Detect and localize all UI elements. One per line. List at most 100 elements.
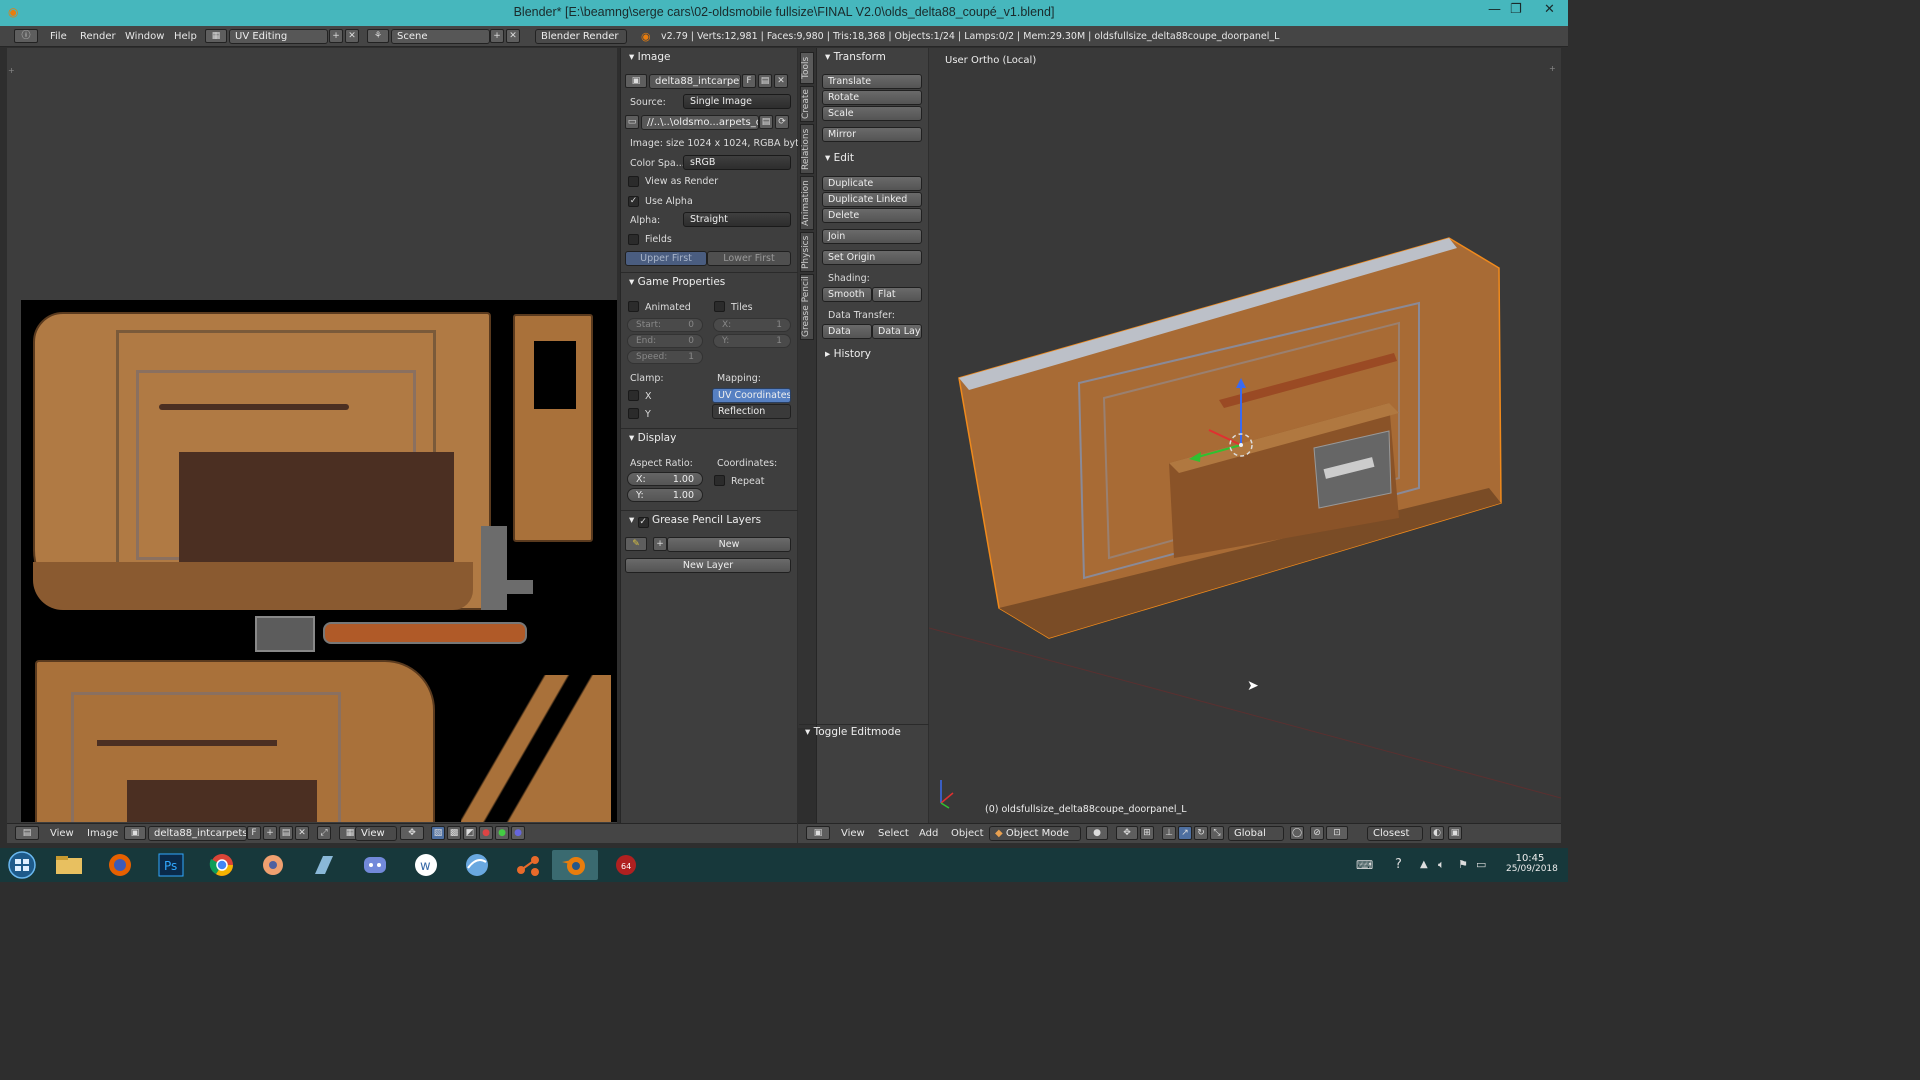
channel-red-icon[interactable]: ● — [479, 826, 493, 840]
remove-screen-icon[interactable]: ✕ — [345, 29, 359, 43]
open-image-icon[interactable]: ▤ — [279, 826, 293, 840]
scene-field[interactable]: Scene — [391, 29, 490, 44]
app-icon-notes[interactable] — [301, 850, 347, 880]
layers-icon[interactable]: ◯ — [1290, 826, 1304, 840]
lower-first-button[interactable]: Lower First — [707, 251, 791, 266]
uv-menu-view[interactable]: View — [50, 828, 74, 839]
tab-tools[interactable]: Tools — [800, 52, 814, 84]
screen-layout-field[interactable]: UV Editing — [229, 29, 328, 44]
tray-expand-icon[interactable]: ▲ — [1420, 859, 1428, 870]
use-alpha-checkbox[interactable]: ✓ — [628, 196, 639, 207]
translate-manipulator-icon[interactable]: ↗ — [1178, 826, 1192, 840]
duplicate-button[interactable]: Duplicate — [822, 176, 922, 191]
history-header[interactable]: ▸ History — [825, 348, 871, 360]
view-as-render-checkbox[interactable] — [628, 176, 639, 187]
gp-panel-header[interactable]: ▾ ✓ Grease Pencil Layers — [629, 514, 761, 528]
transform-header[interactable]: ▾ Transform — [825, 51, 886, 63]
fields-checkbox[interactable] — [628, 234, 639, 245]
menu-file[interactable]: File — [50, 31, 67, 42]
app-icon-nodes[interactable] — [505, 850, 551, 880]
tiles-x-field[interactable]: X: 1 — [713, 318, 791, 332]
start-field[interactable]: Start: 0 — [627, 318, 703, 332]
menu-help[interactable]: Help — [174, 31, 197, 42]
blender-taskbar-icon[interactable] — [552, 850, 598, 880]
uv-menu-image[interactable]: Image — [87, 828, 118, 839]
scale-manipulator-icon[interactable]: ⤡ — [1210, 826, 1224, 840]
uv-coordinates-button[interactable]: UV Coordinates — [712, 388, 791, 403]
browse-folder-icon[interactable]: ▤ — [759, 115, 773, 129]
uv-image-name[interactable]: delta88_intcarpets_... — [148, 826, 247, 841]
repeat-checkbox[interactable] — [714, 475, 725, 486]
tab-relations[interactable]: Relations — [800, 124, 814, 174]
channel-blue-icon[interactable]: ● — [511, 826, 525, 840]
reload-icon[interactable]: ⟳ — [775, 115, 789, 129]
translate-button[interactable]: Translate — [822, 74, 922, 89]
menu-render[interactable]: Render — [80, 31, 116, 42]
game-panel-header[interactable]: ▾ Game Properties — [629, 276, 725, 288]
start-button[interactable] — [0, 850, 44, 880]
v3d-menu-view[interactable]: View — [841, 828, 865, 839]
file-explorer-icon[interactable] — [46, 850, 92, 880]
add-screen-icon[interactable]: + — [329, 29, 343, 43]
aspect-y-field[interactable]: Y: 1.00 — [627, 488, 703, 502]
add-icon[interactable]: + — [653, 537, 667, 551]
reflection-button[interactable]: Reflection — [712, 404, 791, 419]
clamp-x-checkbox[interactable] — [628, 390, 639, 401]
maximize-icon[interactable]: ❐ — [1510, 2, 1522, 17]
tab-create[interactable]: Create — [800, 86, 814, 122]
edit-header[interactable]: ▾ Edit — [825, 152, 854, 164]
fake-user-button[interactable]: F — [742, 74, 756, 88]
chrome-icon[interactable] — [199, 850, 245, 880]
display-checker-icon[interactable]: ▩ — [447, 826, 461, 840]
editor-type-icon[interactable]: ⓘ — [14, 29, 38, 43]
rotate-manipulator-icon[interactable]: ↻ — [1194, 826, 1208, 840]
image-name-field[interactable]: delta88_intcarpet... — [649, 74, 741, 89]
clock[interactable]: 10:45 25/09/2018 — [1506, 853, 1558, 874]
tiles-y-field[interactable]: Y: 1 — [713, 334, 791, 348]
flat-button[interactable]: Flat — [872, 287, 922, 302]
display-panel-header[interactable]: ▾ Display — [629, 432, 676, 444]
minimize-icon[interactable]: — — [1488, 2, 1501, 17]
flag-icon[interactable]: ⚑ — [1458, 858, 1468, 871]
volume-icon[interactable]: 🔈︎ — [1438, 858, 1445, 872]
editor-type-icon[interactable]: ▤ — [15, 826, 39, 840]
data-button[interactable]: Data — [822, 324, 872, 339]
orientation-select[interactable]: Global — [1228, 826, 1284, 841]
manipulator-toggle-icon[interactable]: ⊞ — [1140, 826, 1154, 840]
rotate-button[interactable]: Rotate — [822, 90, 922, 105]
close-icon[interactable]: ✕ — [1544, 2, 1555, 17]
app-icon-eye[interactable] — [250, 850, 296, 880]
image-browse-icon[interactable]: ▣ — [625, 74, 647, 88]
pivot-icon[interactable]: ✥ — [400, 826, 424, 840]
duplicate-linked-button[interactable]: Duplicate Linked — [822, 192, 922, 207]
filepath-field[interactable]: //..\..\oldsmo...arpets_d.dds — [641, 115, 759, 130]
pivot-icon[interactable]: ✥ — [1116, 826, 1138, 840]
app-icon-game[interactable]: 64 — [603, 850, 649, 880]
menu-window[interactable]: Window — [125, 31, 164, 42]
upper-first-button[interactable]: Upper First — [625, 251, 707, 266]
network-icon[interactable]: ▭ — [1476, 858, 1486, 871]
set-origin-button[interactable]: Set Origin — [822, 250, 922, 265]
gp-new-button[interactable]: New — [667, 537, 791, 552]
viewport-shading-icon[interactable]: ● — [1086, 826, 1108, 840]
render-engine-select[interactable]: Blender Render — [535, 29, 627, 44]
gp-new-layer-button[interactable]: New Layer — [625, 558, 791, 573]
smooth-button[interactable]: Smooth — [822, 287, 872, 302]
open-image-icon[interactable]: ▤ — [758, 74, 772, 88]
source-select[interactable]: Single Image — [683, 94, 791, 109]
mirror-button[interactable]: Mirror — [822, 127, 922, 142]
render-icon[interactable]: ◐ — [1430, 826, 1444, 840]
unlink-image-icon[interactable]: ✕ — [774, 74, 788, 88]
add-scene-icon[interactable]: + — [490, 29, 504, 43]
speed-field[interactable]: Speed: 1 — [627, 350, 703, 364]
tab-animation[interactable]: Animation — [800, 176, 814, 230]
app-icon-w[interactable]: w — [403, 850, 449, 880]
aspect-x-field[interactable]: X: 1.00 — [627, 472, 703, 486]
v3d-menu-add[interactable]: Add — [919, 828, 938, 839]
image-browse-icon[interactable]: ▣ — [124, 826, 146, 840]
region-toggle-icon[interactable]: + — [8, 66, 15, 75]
screen-layout-icon[interactable]: ▦ — [205, 29, 227, 43]
pencil-icon[interactable]: ✎ — [625, 537, 647, 551]
manipulator-icon[interactable]: ⊥ — [1162, 826, 1176, 840]
channel-green-icon[interactable]: ● — [495, 826, 509, 840]
